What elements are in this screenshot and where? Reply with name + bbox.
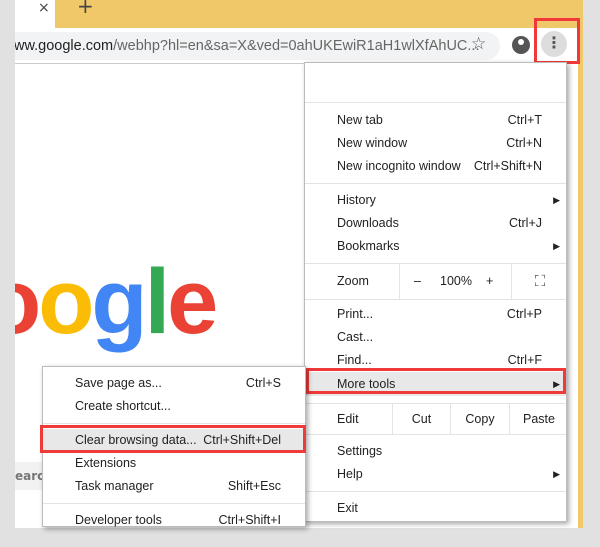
menu-item-history[interactable]: History ▶	[305, 189, 566, 212]
star-icon[interactable]: ☆	[471, 34, 486, 54]
zoom-in-button[interactable]: +	[486, 264, 493, 299]
menu-item-shortcut: Ctrl+Shift+N	[473, 159, 542, 173]
address-bar[interactable]: ww.google.com/webhp?hl=en&sa=X&ved=0ahUK…	[15, 32, 500, 60]
submenu-item-save-page[interactable]: Save page as... Ctrl+S	[43, 372, 305, 395]
menu-item-help[interactable]: Help ▶	[305, 463, 566, 486]
chrome-main-menu: New tab Ctrl+T New window Ctrl+N New incog…	[304, 62, 567, 522]
menu-button-highlight	[534, 18, 580, 64]
menu-separator	[305, 102, 566, 103]
copy-button[interactable]: Copy	[450, 404, 509, 434]
edit-label: Edit	[337, 412, 359, 426]
submenu-arrow-icon: ▶	[553, 241, 560, 251]
menu-item-label: Cast...	[337, 330, 374, 344]
menu-item-label: Developer tools	[75, 513, 162, 527]
url-host: ww.google.com	[15, 38, 114, 54]
menu-item-shortcut: Shift+Esc	[227, 479, 281, 493]
menu-item-label: Save page as...	[75, 376, 162, 390]
menu-item-incognito[interactable]: New incognito window Ctrl+Shift+N	[305, 155, 566, 178]
menu-item-shortcut: Ctrl+Shift+I	[218, 513, 281, 527]
edit-row: Edit Cut Copy Paste	[305, 404, 566, 434]
more-tools-highlight	[306, 368, 566, 394]
menu-separator	[305, 183, 566, 184]
menu-separator	[305, 434, 566, 435]
menu-item-label: Print...	[337, 307, 374, 321]
menu-item-label: Bookmarks	[337, 239, 400, 253]
menu-item-label: Task manager	[75, 479, 154, 493]
submenu-item-extensions[interactable]: Extensions	[43, 452, 305, 475]
menu-item-downloads[interactable]: Downloads Ctrl+J	[305, 212, 566, 235]
google-logo: oogle	[15, 251, 218, 353]
menu-item-shortcut: Ctrl+N	[506, 136, 542, 150]
zoom-level: 100%	[440, 274, 472, 288]
menu-item-label: History	[337, 193, 376, 207]
menu-item-shortcut: Ctrl+J	[509, 216, 542, 230]
zoom-label: Zoom	[337, 274, 369, 288]
menu-item-label: Extensions	[75, 456, 137, 470]
fullscreen-icon[interactable]: ⛶	[511, 264, 568, 299]
paste-button[interactable]: Paste	[509, 404, 568, 434]
menu-item-cast[interactable]: Cast...	[305, 326, 566, 349]
menu-item-shortcut: Ctrl+P	[506, 307, 542, 321]
toolbar: ww.google.com/webhp?hl=en&sa=X&ved=0ahUK…	[15, 28, 578, 64]
close-tab-icon[interactable]: ×	[38, 0, 50, 16]
menu-item-shortcut: Ctrl+T	[507, 113, 542, 127]
menu-item-label: Exit	[337, 501, 358, 515]
menu-separator	[305, 491, 566, 492]
zoom-out-button[interactable]: –	[414, 264, 421, 299]
menu-item-exit[interactable]: Exit	[305, 497, 566, 520]
submenu-arrow-icon: ▶	[553, 469, 560, 479]
menu-item-label: New tab	[337, 113, 383, 127]
menu-separator	[43, 423, 305, 424]
submenu-item-task-manager[interactable]: Task manager Shift+Esc	[43, 475, 305, 498]
menu-item-label: Create shortcut...	[75, 399, 171, 413]
clear-browsing-data-highlight	[40, 425, 306, 453]
menu-item-label: Help	[337, 467, 363, 481]
window-border	[578, 28, 583, 528]
menu-separator	[305, 299, 566, 300]
menu-item-label: New incognito window	[337, 159, 461, 173]
menu-item-print[interactable]: Print... Ctrl+P	[305, 303, 566, 326]
menu-item-label: Downloads	[337, 216, 399, 230]
menu-item-settings[interactable]: Settings	[305, 440, 566, 463]
menu-item-shortcut: Ctrl+S	[245, 376, 281, 390]
account-icon[interactable]	[512, 36, 530, 54]
active-tab[interactable]: ×	[15, 0, 55, 30]
search-button[interactable]: earc	[15, 462, 45, 490]
submenu-arrow-icon: ▶	[553, 195, 560, 205]
menu-separator	[43, 503, 305, 504]
menu-item-new-tab[interactable]: New tab Ctrl+T	[305, 109, 566, 132]
cut-button[interactable]: Cut	[392, 404, 450, 434]
url-path: /webhp?hl=en&sa=X&ved=0ahUKEwiR1aH1wlXfA…	[113, 38, 480, 54]
zoom-row: Zoom – 100% + ⛶	[305, 264, 566, 299]
new-tab-button[interactable]: +	[77, 0, 94, 18]
menu-item-bookmarks[interactable]: Bookmarks ▶	[305, 235, 566, 258]
menu-item-label: New window	[337, 136, 408, 150]
menu-item-new-window[interactable]: New window Ctrl+N	[305, 132, 566, 155]
tab-bar: × +	[15, 0, 583, 30]
menu-item-label: Settings	[337, 444, 383, 458]
submenu-item-developer-tools[interactable]: Developer tools Ctrl+Shift+I	[43, 509, 305, 532]
submenu-item-create-shortcut[interactable]: Create shortcut...	[43, 395, 305, 418]
